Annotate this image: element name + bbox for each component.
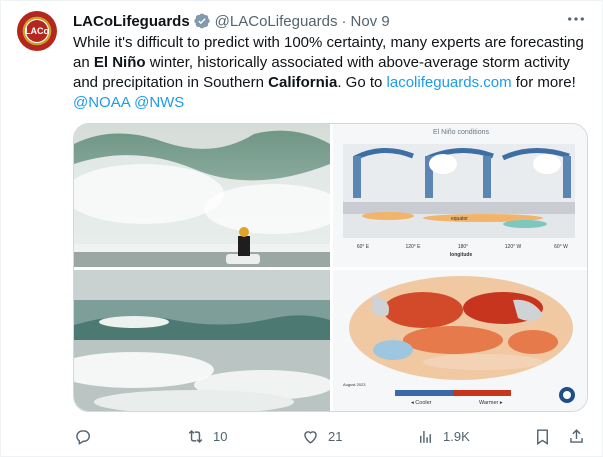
tweet-card[interactable]: LACo LACoLifeguards @LACoLifeguards · No… <box>0 0 603 457</box>
tweet-text-bold: El Niño <box>93 54 146 71</box>
tweet-text: While it's difficult to predict with 100… <box>73 33 588 113</box>
legend-warmer: Warmer ▸ <box>479 400 503 406</box>
author-handle[interactable]: @LACoLifeguards <box>215 13 338 30</box>
reply-button[interactable] <box>73 425 100 447</box>
diagram-tick: 120° W <box>505 244 522 250</box>
tweet-date[interactable]: Nov 9 <box>350 13 389 30</box>
diagram-tick: 60° E <box>357 244 370 250</box>
legend-cooler: ◂ Cooler <box>411 400 432 406</box>
photo-big-wave[interactable] <box>74 124 330 267</box>
views-icon <box>420 430 431 443</box>
retweet-icon <box>188 429 203 443</box>
views-button[interactable]: 1.9K <box>416 425 470 447</box>
tweet-header: LACoLifeguards @LACoLifeguards · Nov 9 <box>73 11 390 31</box>
separator-dot: · <box>341 12 347 30</box>
map-date-label: August 2023 <box>343 382 366 387</box>
views-count: 1.9K <box>443 428 470 444</box>
like-count: 21 <box>328 428 343 444</box>
like-button[interactable]: 21 <box>301 425 342 447</box>
retweet-count: 10 <box>213 428 228 444</box>
share-button[interactable] <box>567 425 586 447</box>
share-icon <box>570 428 583 443</box>
diagram-tick: 180° <box>458 244 468 250</box>
action-bar: 10 21 1.9K <box>73 425 588 449</box>
avatar[interactable]: LACo <box>17 11 57 51</box>
mention-nws[interactable]: @NWS <box>134 94 184 111</box>
website-link[interactable]: lacolifeguards.com <box>387 74 512 91</box>
media-grid: El Niño conditions equator 60° E 120° E <box>73 123 588 412</box>
more-icon[interactable] <box>566 13 586 27</box>
tweet-text-bold: California <box>268 74 338 91</box>
photo-rolling-wave[interactable] <box>74 270 330 411</box>
bookmark-button[interactable] <box>533 425 552 447</box>
reply-icon <box>76 429 90 445</box>
bookmark-icon <box>537 428 548 445</box>
diagram-title: El Niño conditions <box>433 129 490 136</box>
retweet-button[interactable]: 10 <box>186 425 227 447</box>
like-icon <box>304 430 317 444</box>
diagram-tick: 120° E <box>405 244 421 250</box>
tweet-text-part: . Go to <box>337 74 387 91</box>
diagram-el-nino[interactable]: El Niño conditions equator 60° E 120° E <box>333 124 587 267</box>
diagram-axis-label: longitude <box>450 252 473 258</box>
author-name[interactable]: LACoLifeguards <box>73 13 190 30</box>
verified-badge-icon <box>193 13 210 29</box>
diagram-equator-label: equator <box>451 216 468 222</box>
diagram-tick: 60° W <box>554 244 568 250</box>
mention-noaa[interactable]: @NOAA <box>73 94 130 111</box>
tweet-text-part: for more! <box>511 74 576 91</box>
map-sea-temperature[interactable]: August 2023 ◂ Cooler Warmer ▸ <box>333 270 587 411</box>
avatar-logo: LACo <box>25 20 49 42</box>
